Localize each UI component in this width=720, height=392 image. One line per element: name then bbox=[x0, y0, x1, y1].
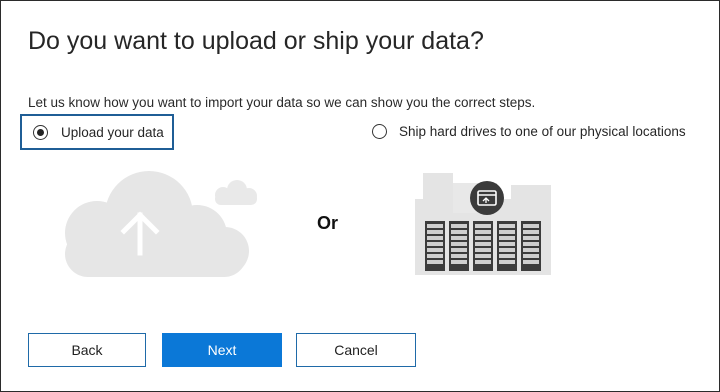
or-label: Or bbox=[317, 213, 339, 233]
cancel-button[interactable]: Cancel bbox=[296, 333, 416, 367]
ship-option-label: Ship hard drives to one of our physical … bbox=[399, 124, 686, 139]
back-button[interactable]: Back bbox=[28, 333, 146, 367]
dialog-title: Do you want to upload or ship your data? bbox=[28, 27, 484, 55]
dialog-frame: Do you want to upload or ship your data?… bbox=[0, 0, 720, 392]
dialog-subtitle: Let us know how you want to import your … bbox=[28, 95, 536, 110]
ship-option-radio[interactable]: Ship hard drives to one of our physical … bbox=[372, 124, 686, 139]
datacenter-icon bbox=[415, 173, 551, 275]
radio-unselected-icon bbox=[372, 124, 387, 139]
cloud-upload-icon bbox=[65, 171, 257, 277]
next-button[interactable]: Next bbox=[162, 333, 282, 367]
radio-selected-icon bbox=[33, 124, 48, 140]
upload-option-radio[interactable]: Upload your data bbox=[20, 114, 174, 150]
upload-option-label: Upload your data bbox=[61, 124, 164, 140]
